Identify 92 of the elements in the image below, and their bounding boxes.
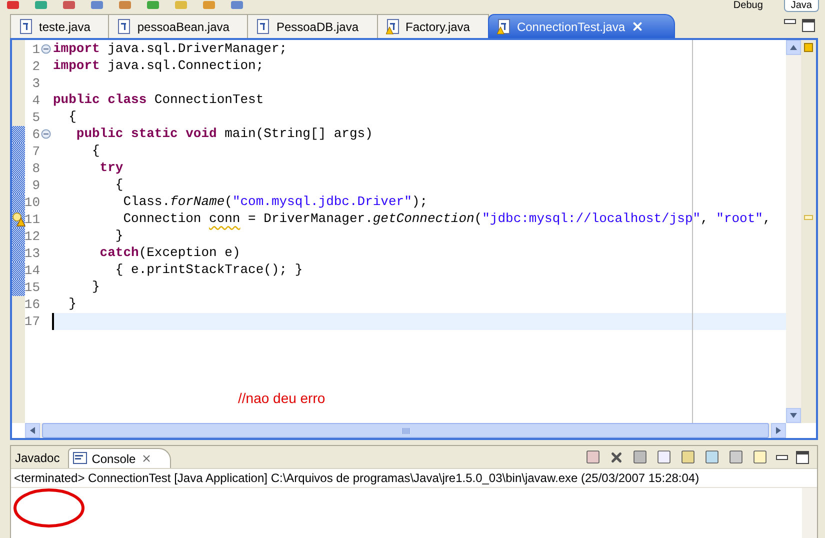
change-marker — [12, 126, 25, 143]
code-line: import java.sql.DriverManager; — [52, 41, 288, 58]
code-line: catch(Exception e) — [98, 245, 242, 262]
line-number: 4 — [32, 93, 40, 108]
line-number: 2 — [32, 59, 40, 74]
scroll-up-button[interactable] — [786, 40, 801, 55]
toolbar-icon — [174, 1, 188, 11]
scroll-right-button[interactable] — [771, 423, 786, 438]
collapse-icon[interactable] — [41, 44, 51, 54]
collapse-icon[interactable] — [41, 129, 51, 139]
minimize-icon — [784, 19, 796, 24]
line-number: 6 — [32, 127, 40, 142]
toolbar-icon — [90, 1, 104, 11]
remove-icon[interactable] — [609, 450, 624, 464]
code-line: try — [98, 160, 124, 177]
pin-icon — [704, 449, 720, 465]
left-arrow-icon — [30, 427, 35, 434]
line-number: 9 — [32, 178, 40, 193]
toolbar-icon — [62, 1, 76, 11]
code-line: { e.printStackTrace(); } — [114, 262, 304, 279]
close-icon[interactable] — [631, 20, 644, 33]
code-line: { — [114, 177, 124, 194]
open-console-icon — [752, 449, 768, 465]
line-number: 5 — [32, 110, 40, 125]
change-marker — [12, 228, 25, 245]
code-line: import java.sql.Connection; — [52, 58, 265, 75]
change-marker — [12, 143, 25, 160]
line-number: 10 — [24, 195, 40, 210]
warning-marker-icon — [804, 215, 813, 220]
scroll-down-button[interactable] — [786, 408, 801, 423]
code-line: } — [114, 228, 124, 245]
toolbar-icon — [230, 1, 244, 11]
toolbar-icon — [202, 1, 216, 11]
editor-tab[interactable]: pessoaBean.java — [108, 14, 248, 38]
view-tab[interactable]: Javadoc — [11, 448, 68, 468]
grip-icon — [402, 428, 410, 434]
editor-tab[interactable]: PessoaDB.java — [247, 14, 378, 38]
remove-all-icon — [632, 449, 648, 465]
line-number: 7 — [32, 144, 40, 159]
change-marker — [12, 160, 25, 177]
line-number: 12 — [24, 229, 40, 244]
editor-tab[interactable]: teste.java — [10, 14, 110, 38]
display-console-icon — [728, 449, 744, 465]
line-number: 15 — [24, 280, 40, 295]
overview-marker-icon — [804, 43, 813, 52]
code-line: Class.forName("com.mysql.jdbc.Driver"); — [122, 194, 428, 211]
line-number: 11 — [24, 212, 40, 227]
perspective-button[interactable]: Debug — [726, 0, 770, 12]
clear-console-icon — [656, 449, 672, 465]
line-number: 16 — [24, 297, 40, 312]
annotation-ellipse — [13, 488, 85, 528]
scroll-left-button[interactable] — [25, 423, 40, 438]
down-arrow-icon — [790, 413, 797, 418]
close-icon[interactable] — [140, 453, 152, 464]
code-line: { — [91, 143, 101, 160]
toolbar-icon — [6, 1, 20, 11]
scroll-lock-icon — [680, 449, 696, 465]
perspective-button[interactable]: Java — [784, 0, 819, 12]
console-status: <terminated> ConnectionTest [Java Application] C:\Arquivos de programas\Java\jre1.5.0_03\bin\javaw.exe (25/03/2007 15:28:04) — [11, 468, 817, 487]
line-number: 14 — [24, 263, 40, 278]
line-number: 13 — [24, 246, 40, 261]
editor-tab[interactable]: ConnectionTest.java — [488, 14, 676, 38]
scroll-thumb[interactable] — [42, 423, 769, 438]
code-line: } — [91, 279, 101, 296]
right-arrow-icon — [776, 427, 781, 434]
toolbar-icon — [146, 1, 160, 11]
code-line: public class ConnectionTest — [52, 92, 265, 109]
line-number: 17 — [24, 314, 40, 329]
code-line: public static void main(String[] args) — [75, 126, 374, 143]
change-marker — [12, 177, 25, 194]
stop-icon — [585, 449, 601, 465]
code-line: } — [68, 296, 78, 313]
change-marker — [12, 279, 25, 296]
editor-tab[interactable]: Factory.java — [376, 14, 489, 38]
toolbar-icon — [118, 1, 132, 11]
code-line: Connection conn = DriverManager.getConnection("jdbc:mysql://localhost/jsp", "root", — [122, 211, 772, 228]
maximize-icon — [796, 450, 809, 464]
line-number: 8 — [32, 161, 40, 176]
change-marker — [12, 245, 25, 262]
change-marker — [12, 194, 25, 211]
scrollbar[interactable] — [802, 488, 817, 538]
maximize-icon — [802, 19, 815, 32]
line-number: 3 — [32, 76, 40, 91]
up-arrow-icon — [790, 45, 797, 50]
line-number: 1 — [32, 42, 40, 57]
change-marker — [12, 262, 25, 279]
view-tab[interactable]: Console — [68, 448, 171, 468]
toolbar-icon — [34, 1, 48, 11]
console-icon — [72, 452, 87, 465]
code-line: { — [68, 109, 78, 126]
annotation-comment: //nao deu erro — [238, 390, 326, 406]
minimize-icon — [776, 454, 788, 460]
